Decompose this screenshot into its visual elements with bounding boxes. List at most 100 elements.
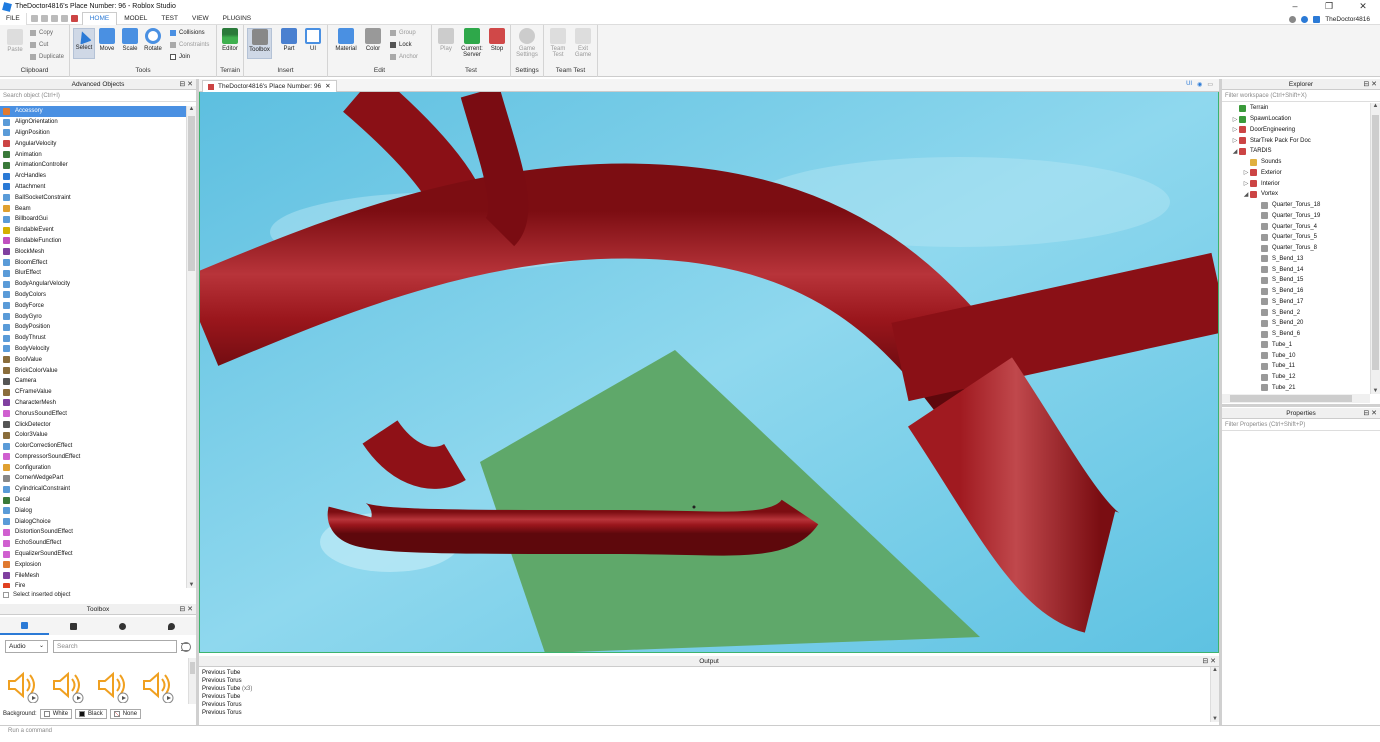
expand-arrow-icon[interactable]: ▷ [1242, 169, 1250, 176]
properties-panel-controls[interactable]: ⊟ ✕ [1363, 408, 1377, 419]
scroll-down-icon[interactable]: ▼ [187, 582, 196, 588]
toolbox-scrollbar[interactable] [188, 658, 196, 704]
object-list-item[interactable]: CompressorSoundEffect [0, 452, 186, 463]
toolbox-button[interactable]: Toolbox [247, 28, 272, 59]
object-list-item[interactable]: BodyForce [0, 300, 186, 311]
object-list-item[interactable]: BodyGyro [0, 311, 186, 322]
object-list-item[interactable]: Configuration [0, 462, 186, 473]
toolbox-scroll-thumb[interactable] [190, 662, 195, 674]
audio-asset-thumbnail[interactable] [140, 669, 176, 704]
panel-controls[interactable]: ⊟ ✕ [179, 79, 193, 90]
ui-button[interactable]: UI [302, 28, 324, 52]
explorer-item[interactable]: ▷ Interior [1222, 178, 1370, 189]
constraints-toggle[interactable]: Constraints [170, 42, 209, 48]
command-bar-input[interactable]: Run a command [0, 725, 1380, 736]
eye-icon[interactable]: ◉ [1197, 81, 1202, 88]
explorer-properties-splitter[interactable] [1222, 404, 1380, 407]
anchor-button[interactable]: Anchor [390, 54, 418, 60]
tab-model[interactable]: MODEL [117, 13, 154, 25]
tab-plugins[interactable]: PLUGINS [216, 13, 259, 25]
rotate-button[interactable]: Rotate [142, 28, 164, 52]
object-list-item[interactable]: CharacterMesh [0, 398, 186, 409]
explorer-item[interactable]: S_Bend_16 [1222, 286, 1370, 297]
explorer-scroll-down-icon[interactable]: ▼ [1371, 388, 1380, 394]
explorer-item[interactable]: Sounds [1222, 157, 1370, 168]
object-list-item[interactable]: ColorCorrectionEffect [0, 441, 186, 452]
expand-arrow-icon[interactable]: ◢ [1242, 191, 1250, 198]
select-inserted-row[interactable]: Select inserted object [3, 592, 70, 598]
object-search-input[interactable]: Search object (Ctrl+I) [0, 91, 196, 102]
explorer-item[interactable]: Quarter_Torus_18 [1222, 200, 1370, 211]
record-icon[interactable] [70, 15, 78, 22]
object-list-item[interactable]: BodyThrust [0, 333, 186, 344]
tab-inventory[interactable] [49, 617, 98, 635]
share-icon[interactable] [1313, 15, 1321, 23]
object-list-item[interactable]: Beam [0, 203, 186, 214]
scroll-up-icon[interactable]: ▲ [187, 106, 196, 112]
tab-creations[interactable] [147, 617, 196, 635]
redo-icon[interactable] [50, 15, 58, 22]
object-list-item[interactable]: BoolValue [0, 354, 186, 365]
scene-render[interactable] [200, 92, 1219, 653]
object-list-item[interactable]: ClickDetector [0, 419, 186, 430]
tab-home[interactable]: HOME [81, 11, 118, 26]
team-test-button[interactable]: Team Test [547, 28, 569, 58]
explorer-item[interactable]: ◢ TARDIS [1222, 146, 1370, 157]
explorer-panel-controls[interactable]: ⊟ ✕ [1363, 79, 1377, 90]
explorer-item[interactable]: Quarter_Torus_5 [1222, 232, 1370, 243]
explorer-item[interactable]: Tube_21 [1222, 383, 1370, 394]
object-list-item[interactable]: Fire [0, 581, 186, 588]
paste-button[interactable]: Paste [4, 29, 26, 53]
scroll-thumb[interactable] [188, 116, 195, 271]
explorer-scrollbar[interactable]: ▲ ▼ [1370, 103, 1380, 394]
part-button[interactable]: Part [278, 28, 300, 52]
duplicate-button[interactable]: Duplicate [30, 54, 64, 60]
terrain-editor-button[interactable]: Editor [219, 28, 241, 52]
new-file-icon[interactable] [30, 15, 38, 22]
object-list-item[interactable]: ChorusSoundEffect [0, 408, 186, 419]
move-button[interactable]: Move [96, 28, 118, 52]
bg-none-button[interactable]: None [109, 709, 142, 719]
play-button[interactable]: Play [435, 28, 457, 52]
tab-view[interactable]: VIEW [185, 13, 216, 25]
current-server-button[interactable]: Current: Server [459, 28, 485, 58]
toggle-icon[interactable] [60, 15, 68, 22]
output-scroll-down-icon[interactable]: ▼ [1211, 716, 1219, 722]
explorer-item[interactable]: Tube_12 [1222, 372, 1370, 383]
object-list-item[interactable]: CFrameValue [0, 387, 186, 398]
object-list-item[interactable]: Color3Value [0, 430, 186, 441]
expand-arrow-icon[interactable]: ▷ [1231, 126, 1239, 133]
object-list-item[interactable]: BodyAngularVelocity [0, 279, 186, 290]
explorer-item[interactable]: Quarter_Torus_19 [1222, 211, 1370, 222]
object-list-item[interactable]: BlockMesh [0, 246, 186, 257]
explorer-filter-input[interactable]: Filter workspace (Ctrl+Shift+X) [1222, 91, 1380, 102]
material-button[interactable]: Material [335, 28, 357, 52]
bg-white-button[interactable]: White [39, 709, 73, 719]
explorer-item[interactable]: Quarter_Torus_8 [1222, 243, 1370, 254]
output-panel-controls[interactable]: ⊟ ✕ [1202, 656, 1216, 667]
category-dropdown[interactable]: Audio ⌄ [5, 640, 48, 653]
tab-test[interactable]: TEST [154, 13, 185, 25]
object-list-scrollbar[interactable]: ▲ ▼ [186, 106, 196, 588]
game-settings-button[interactable]: Game Settings [516, 28, 538, 58]
object-list-item[interactable]: BlurEffect [0, 268, 186, 279]
audio-asset-thumbnail[interactable] [95, 669, 131, 704]
explorer-item[interactable]: Quarter_Torus_4 [1222, 221, 1370, 232]
object-list-item[interactable]: BrickColorValue [0, 365, 186, 376]
tab-marketplace[interactable] [0, 617, 49, 635]
object-list-item[interactable]: Decal [0, 495, 186, 506]
username[interactable]: TheDoctor4816 [1325, 16, 1370, 23]
select-button[interactable]: Select [73, 28, 95, 59]
object-list-item[interactable]: AngularVelocity [0, 138, 186, 149]
object-list-item[interactable]: Accessory [0, 106, 186, 117]
minimize-button[interactable]: – [1278, 0, 1312, 13]
explorer-item[interactable]: S_Bend_20 [1222, 318, 1370, 329]
object-list-item[interactable]: CylindricalConstraint [0, 484, 186, 495]
object-list-item[interactable]: BloomEffect [0, 257, 186, 268]
tab-recent[interactable] [98, 617, 147, 635]
expand-arrow-icon[interactable]: ◢ [1231, 148, 1239, 155]
object-list-item[interactable]: AnimationController [0, 160, 186, 171]
maximize-button[interactable]: ❐ [1312, 0, 1346, 13]
explorer-item[interactable]: ▷ DoorEngineering [1222, 125, 1370, 136]
collisions-toggle[interactable]: Collisions [170, 30, 205, 36]
